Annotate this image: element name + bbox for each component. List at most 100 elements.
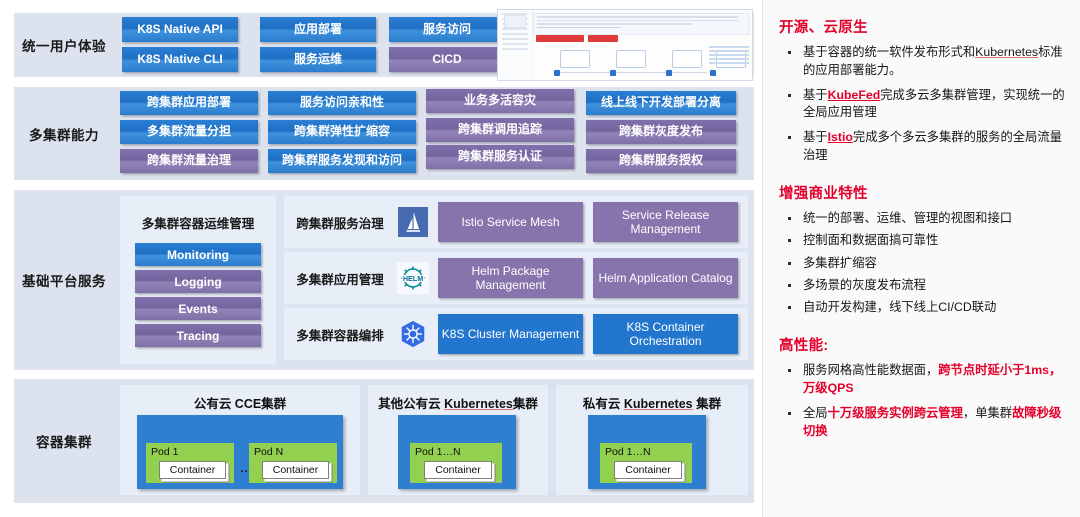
bullet-emphasis-kubefed: KubeFed (827, 87, 881, 102)
thumbnail-step-dot (710, 69, 716, 76)
card-helm-package-management[interactable]: Helm Package Management (438, 258, 583, 298)
container-box: Container (159, 461, 226, 479)
card-k8s-cluster-management[interactable]: K8S Cluster Management (438, 314, 583, 354)
chip-tracing[interactable]: Tracing (135, 324, 261, 347)
chip-cross-cluster-elastic-scaling[interactable]: 跨集群弹性扩缩容 (268, 120, 416, 144)
service-row-multi-cluster-app-management: 多集群应用管理 HELM Helm Package Management Hel… (284, 252, 748, 304)
pod-box: Pod 1…N Container (600, 443, 692, 483)
card-helm-application-catalog[interactable]: Helm Application Catalog (593, 258, 738, 298)
helm-icon: HELM (396, 261, 430, 295)
bullet-text: 基于 (803, 87, 828, 102)
bullet-text: 多场景的灰度发布流程 (803, 277, 926, 292)
chip-multi-cluster-traffic-share[interactable]: 多集群流量分担 (120, 120, 258, 144)
container-box: Container (262, 461, 329, 479)
list-item: 统一的部署、运维、管理的视图和接口 (781, 210, 1068, 228)
band-label-multi-cluster-capability: 多集群能力 (29, 127, 99, 143)
chip-service-access[interactable]: 服务访问 (389, 17, 505, 42)
pod-box: Pod N Container (249, 443, 337, 483)
cluster-title-post: 集群 (512, 397, 538, 411)
chip-k8s-native-api[interactable]: K8S Native API (122, 17, 238, 42)
chip-online-offline-dev-deploy-split[interactable]: 线上线下开发部署分离 (586, 91, 736, 115)
ops-column-title: 多集群容器运维管理 (141, 217, 255, 231)
chip-logging[interactable]: Logging (135, 270, 261, 293)
service-row-title: 多集群容器编排 (296, 328, 384, 343)
thumbnail-card (560, 50, 590, 68)
service-row-title: 多集群应用管理 (296, 272, 384, 287)
cluster-box: Pod 1…N Container (588, 415, 706, 489)
band-body-base-platform-service: 多集群容器运维管理 Monitoring Logging Events Trac… (114, 190, 754, 370)
band-label-unified-user-experience: 统一用户体验 (22, 39, 106, 54)
pod-label: Pod N (254, 446, 284, 458)
band-base-platform-service: 基础平台服务 多集群容器运维管理 Monitoring Logging Even… (14, 190, 754, 370)
section-heading-open-source-cloud-native: 开源、云原生 (779, 20, 868, 36)
chip-cross-cluster-gray-release[interactable]: 跨集群灰度发布 (586, 120, 736, 144)
chip-cicd[interactable]: CICD (389, 47, 505, 72)
bullet-text: 基于 (803, 130, 828, 145)
cluster-title-pre: 其他公有云 (378, 397, 445, 411)
bullet-text: 全局 (803, 405, 828, 420)
svg-text:HELM: HELM (403, 274, 423, 283)
bullet-list-enhanced-commercial-features: 统一的部署、运维、管理的视图和接口 控制面和数据面搞可靠性 多集群扩缩容 多场景… (781, 210, 1068, 317)
bullet-emphasis-istio: Istio (827, 130, 853, 145)
service-row-title: 跨集群服务治理 (296, 216, 384, 231)
list-item: 基于Istio完成多个多云多集群的服务的全局流量治理 (781, 129, 1068, 165)
band-body-multi-cluster-capability: 跨集群应用部署 多集群流量分担 跨集群流量治理 服务访问亲和性 跨集群弹性扩缩容… (114, 87, 754, 180)
chip-app-deploy[interactable]: 应用部署 (260, 17, 376, 42)
bullet-emphasis-kubernetes: Kubernetes (975, 45, 1039, 59)
slide-root: 统一用户体验 K8S Native API K8S Native CLI 应用部… (0, 0, 1080, 517)
cluster-title: 公有云 CCE集群 (193, 397, 287, 411)
pod-label: Pod 1 (151, 446, 179, 458)
chip-service-access-affinity[interactable]: 服务访问亲和性 (268, 91, 416, 115)
chip-cross-cluster-service-authorization[interactable]: 跨集群服务授权 (586, 149, 736, 173)
bullet-text: 自动开发构建，线下线上CI/CD联动 (803, 300, 997, 315)
cluster-group-public-cloud-cce: 公有云 CCE集群 Pod 1 Container … Pod N Contai… (120, 385, 360, 495)
list-item: 全局十万级服务实例跨云管理，单集群故障秒级切换 (781, 405, 1068, 441)
thumbnail-sidebar (498, 10, 533, 80)
pod-box: Pod 1…N Container (410, 443, 502, 483)
bullet-text: ，单集群 (962, 405, 1013, 420)
bullet-text: 统一的部署、运维、管理的视图和接口 (803, 210, 1013, 225)
band-container-cluster: 容器集群 公有云 CCE集群 Pod 1 Container … Pod N C… (14, 379, 754, 503)
pod-label: Pod 1…N (415, 446, 461, 458)
chip-cross-cluster-service-discovery[interactable]: 跨集群服务发现和访问 (268, 149, 416, 173)
chip-cross-cluster-call-tracing[interactable]: 跨集群调用追踪 (426, 118, 574, 142)
chip-events[interactable]: Events (135, 297, 261, 320)
thumbnail-stepper-line (556, 72, 707, 73)
chip-cross-cluster-service-auth[interactable]: 跨集群服务认证 (426, 145, 574, 169)
architecture-diagram: 统一用户体验 K8S Native API K8S Native CLI 应用部… (0, 0, 762, 517)
chip-k8s-native-cli[interactable]: K8S Native CLI (122, 47, 238, 72)
card-istio-service-mesh[interactable]: Istio Service Mesh (438, 202, 583, 242)
service-row-multi-cluster-container-orchestration: 多集群容器编排 K8S Cluster Management K8S Conta… (284, 308, 748, 360)
thumbnail-right-list (709, 46, 749, 66)
pod-box: Pod 1 Container (146, 443, 234, 483)
thumbnail-primary-button (536, 35, 584, 42)
band-body-container-cluster: 公有云 CCE集群 Pod 1 Container … Pod N Contai… (114, 379, 754, 503)
band-label-base-platform-service: 基础平台服务 (22, 274, 106, 289)
cluster-box: Pod 1 Container … Pod N Container (137, 415, 343, 489)
cluster-box: Pod 1…N Container (398, 415, 516, 489)
card-k8s-container-orchestration[interactable]: K8S Container Orchestration (593, 314, 738, 354)
cluster-title-pre: 私有云 (582, 397, 624, 411)
container-box: Container (424, 461, 492, 479)
bullet-text: 服务网格高性能数据面， (803, 363, 939, 378)
thumbnail-banner (533, 13, 750, 35)
band-multi-cluster-capability: 多集群能力 跨集群应用部署 多集群流量分担 跨集群流量治理 服务访问亲和性 跨集… (14, 87, 754, 180)
bullet-emphasis-scale: 十万级服务实例跨云管理 (827, 405, 963, 420)
chip-monitoring[interactable]: Monitoring (135, 243, 261, 266)
cluster-title-kubernetes: Kubernetes (444, 397, 513, 411)
console-screenshot-thumbnail (497, 9, 753, 81)
list-item: 多场景的灰度发布流程 (781, 277, 1068, 295)
ops-management-column: 多集群容器运维管理 Monitoring Logging Events Trac… (120, 196, 276, 364)
istio-icon (396, 205, 430, 239)
thumbnail-card (672, 50, 702, 68)
chip-cross-cluster-app-deploy[interactable]: 跨集群应用部署 (120, 91, 258, 115)
chip-service-ops[interactable]: 服务运维 (260, 47, 376, 72)
chip-cross-cluster-traffic-governance[interactable]: 跨集群流量治理 (120, 149, 258, 173)
card-service-release-management[interactable]: Service Release Management (593, 202, 738, 242)
thumbnail-logo (504, 15, 526, 28)
bullet-text: 基于容器的统一软件发布形式和 (803, 45, 976, 59)
list-item: 多集群扩缩容 (781, 255, 1068, 273)
cluster-group-other-public-cloud-k8s: 其他公有云 Kubernetes集群 Pod 1…N Container (368, 385, 548, 495)
section-heading-high-performance: 高性能: (779, 338, 829, 355)
chip-business-multi-active-dr[interactable]: 业务多活容灾 (426, 89, 574, 113)
